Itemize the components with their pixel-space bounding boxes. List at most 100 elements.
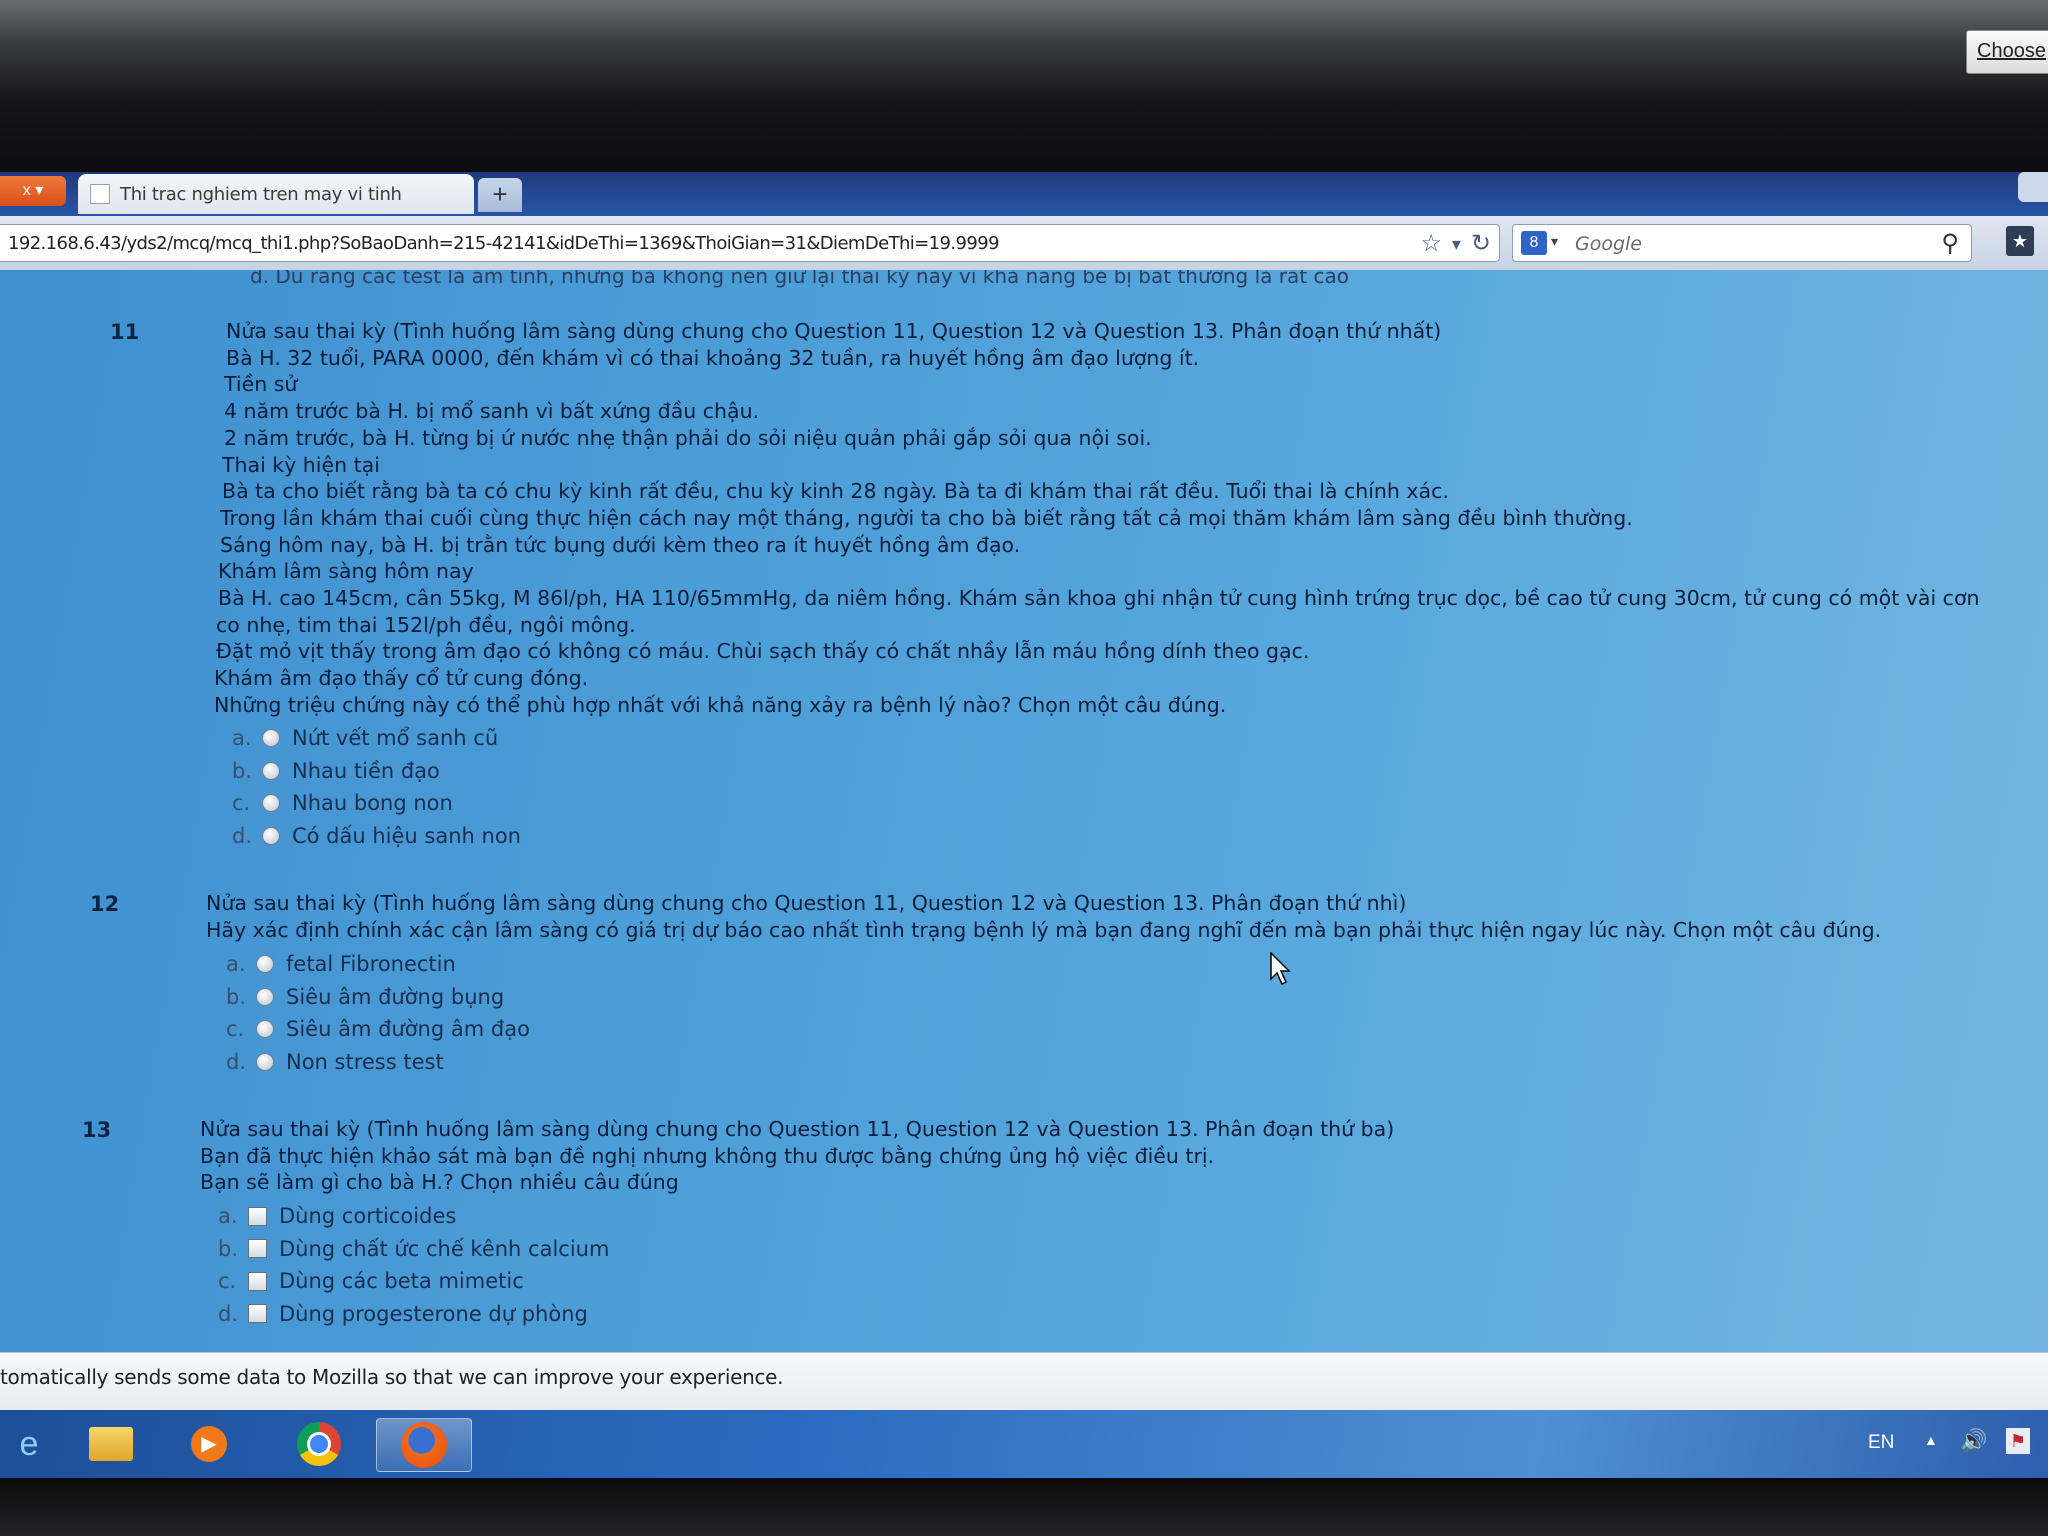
question-number: 12	[90, 892, 120, 916]
page-content: d. Dù rằng các test là âm tính, nhưng bà…	[0, 270, 2048, 1352]
option-text[interactable]: Non stress test	[286, 1050, 444, 1074]
answer-option-d[interactable]: d. Có dấu hiệu sanh non	[232, 820, 521, 853]
option-letter: d.	[218, 1301, 239, 1326]
search-input[interactable]: Google	[1575, 233, 1642, 255]
reload-icon[interactable]: ↻	[1471, 229, 1491, 259]
question-line: co nhẹ, tim thai 152l/ph đều, ngôi mông.	[216, 612, 636, 637]
option-letter: b.	[226, 984, 247, 1009]
option-letter: c.	[232, 791, 251, 816]
option-text[interactable]: Siêu âm đường âm đạo	[286, 1017, 530, 1041]
option-text[interactable]: Siêu âm đường bụng	[286, 985, 504, 1009]
radio-button[interactable]	[262, 794, 280, 813]
choose-button[interactable]: Choose	[1966, 30, 2048, 74]
option-letter: a.	[218, 1204, 238, 1229]
media-player-icon[interactable]: ▶	[180, 1418, 238, 1470]
firefox-icon[interactable]	[376, 1418, 472, 1472]
question-line: Bạn sẽ làm gì cho bà H.? Chọn nhiều câu …	[200, 1170, 679, 1195]
answer-option-c[interactable]: c. Siêu âm đường âm đạo	[226, 1013, 530, 1046]
answer-option-c[interactable]: c. Dùng các beta mimetic	[218, 1265, 609, 1298]
url-text[interactable]: 192.168.6.43/yds2/mcq/mcq_thi1.php?SoBao…	[8, 233, 1000, 254]
monitor-bezel-bottom	[0, 1478, 2048, 1536]
question-line: Khám lâm sàng hôm nay	[218, 559, 474, 584]
answer-option-b[interactable]: b. Nhau tiền đạo	[232, 755, 521, 788]
answer-option-d[interactable]: d. Non stress test	[226, 1046, 530, 1079]
taskbar: e ▶ EN ▲ 🔊 ⚑	[0, 1410, 2048, 1478]
answer-options: a. Dùng corticoides b. Dùng chất ức chế …	[218, 1200, 609, 1330]
radio-button[interactable]	[256, 987, 274, 1006]
question-line: Đặt mỏ vịt thấy trong âm đạo có không có…	[216, 639, 1310, 664]
new-tab-button[interactable]: +	[478, 178, 522, 212]
question-line: Thai kỳ hiện tại	[222, 452, 380, 477]
checkbox[interactable]	[248, 1271, 267, 1291]
option-text[interactable]: Có dấu hiệu sanh non	[292, 824, 521, 848]
tab-strip: x ▾ Thi trac nghiem tren may vi tinh +	[0, 172, 2048, 216]
url-actions: ☆ ▾ ↻	[1420, 229, 1491, 259]
radio-button[interactable]	[262, 729, 280, 748]
question-line: Khám âm đạo thấy cổ tử cung đóng.	[214, 666, 589, 691]
radio-button[interactable]	[262, 761, 280, 780]
question-text: Nửa sau thai kỳ (Tình huống lâm sàng dùn…	[210, 318, 1980, 719]
bookmark-star-icon[interactable]: ☆	[1420, 229, 1442, 259]
question-line: Trong lần khám thai cuối cùng thực hiện …	[220, 505, 1633, 530]
checkbox[interactable]	[248, 1304, 267, 1324]
option-letter: b.	[232, 758, 253, 783]
radio-button[interactable]	[256, 955, 274, 974]
option-text[interactable]: Dùng các beta mimetic	[279, 1269, 524, 1293]
answer-option-d[interactable]: d. Dùng progesterone dự phòng	[218, 1298, 609, 1331]
option-letter: c.	[226, 1017, 245, 1042]
search-engine-icon[interactable]: 8	[1521, 231, 1547, 255]
notification-text: tomatically sends some data to Mozilla s…	[0, 1365, 784, 1389]
page-icon	[90, 184, 110, 204]
search-engine-dropdown-icon[interactable]: ▾	[1551, 233, 1558, 250]
tab-title: Thi trac nghiem tren may vi tinh	[120, 183, 402, 205]
radio-button[interactable]	[256, 1020, 274, 1039]
option-text[interactable]: Nhau tiền đạo	[292, 759, 440, 783]
checkbox[interactable]	[248, 1206, 267, 1226]
option-text[interactable]: Dùng progesterone dự phòng	[279, 1302, 588, 1326]
option-letter: c.	[218, 1269, 237, 1294]
option-text[interactable]: Nhau bong non	[292, 791, 453, 815]
option-text[interactable]: Dùng corticoides	[279, 1204, 456, 1228]
search-bar[interactable]: 8 ▾ Google ⚲	[1512, 224, 1972, 262]
speaker-icon[interactable]: 🔊	[1960, 1428, 1987, 1454]
answer-option-c[interactable]: c. Nhau bong non	[232, 787, 521, 820]
bookmarks-button[interactable]: ★	[2006, 226, 2034, 256]
question-number: 11	[110, 320, 140, 344]
show-hidden-icons-icon[interactable]: ▲	[1924, 1432, 1938, 1448]
option-text[interactable]: fetal Fibronectin	[286, 952, 456, 976]
history-dropdown-icon[interactable]: ▾	[1452, 229, 1461, 259]
option-text[interactable]: Dùng chất ức chế kênh calcium	[279, 1237, 609, 1261]
tab-active[interactable]: Thi trac nghiem tren may vi tinh	[78, 174, 474, 214]
question-line: Tiền sử	[224, 372, 298, 397]
radio-button[interactable]	[256, 1052, 274, 1071]
previous-option-cutoff: d. Dù rằng các test là âm tính, nhưng bà…	[250, 270, 1349, 288]
internet-explorer-icon[interactable]: e	[0, 1418, 58, 1470]
answer-option-b[interactable]: b. Siêu âm đường bụng	[226, 981, 530, 1014]
firefox-menu-button[interactable]: x ▾	[0, 176, 66, 206]
checkbox[interactable]	[248, 1239, 267, 1259]
url-bar[interactable]: 192.168.6.43/yds2/mcq/mcq_thi1.php?SoBao…	[0, 224, 1500, 262]
question-text: Nửa sau thai kỳ (Tình huống lâm sàng dùn…	[200, 1116, 1394, 1196]
mouse-cursor-icon	[1270, 952, 1291, 986]
question-line: 2 năm trước, bà H. từng bị ứ nước nhẹ th…	[224, 425, 1152, 450]
question-number: 13	[82, 1118, 112, 1142]
question-line: 4 năm trước bà H. bị mổ sanh vì bất xứng…	[224, 399, 760, 424]
question-line: Nửa sau thai kỳ (Tình huống lâm sàng dùn…	[200, 1117, 1395, 1141]
answer-option-a[interactable]: a. fetal Fibronectin	[226, 948, 530, 981]
answer-option-a[interactable]: a. Dùng corticoides	[218, 1200, 609, 1233]
action-center-flag-icon[interactable]: ⚑	[2006, 1428, 2030, 1454]
question-line: Nửa sau thai kỳ (Tình huống lâm sàng dùn…	[226, 319, 1442, 343]
choose-button-label[interactable]: Choose	[1977, 40, 2046, 62]
file-explorer-icon[interactable]	[82, 1418, 140, 1470]
option-text[interactable]: Nứt vết mổ sanh cũ	[292, 726, 498, 750]
answer-option-a[interactable]: a. Nứt vết mổ sanh cũ	[232, 722, 521, 755]
question-line: Bà H. 32 tuổi, PARA 0000, đến khám vì có…	[226, 345, 1200, 370]
navigation-bar: 192.168.6.43/yds2/mcq/mcq_thi1.php?SoBao…	[0, 216, 2048, 271]
search-icon[interactable]: ⚲	[1941, 229, 1959, 258]
question-line: Bà ta cho biết rằng bà ta có chu kỳ kinh…	[222, 479, 1449, 504]
language-indicator[interactable]: EN	[1868, 1432, 1894, 1454]
radio-button[interactable]	[262, 826, 280, 845]
answer-option-b[interactable]: b. Dùng chất ức chế kênh calcium	[218, 1233, 609, 1266]
window-control[interactable]	[2018, 172, 2048, 202]
chrome-icon[interactable]	[290, 1418, 348, 1470]
